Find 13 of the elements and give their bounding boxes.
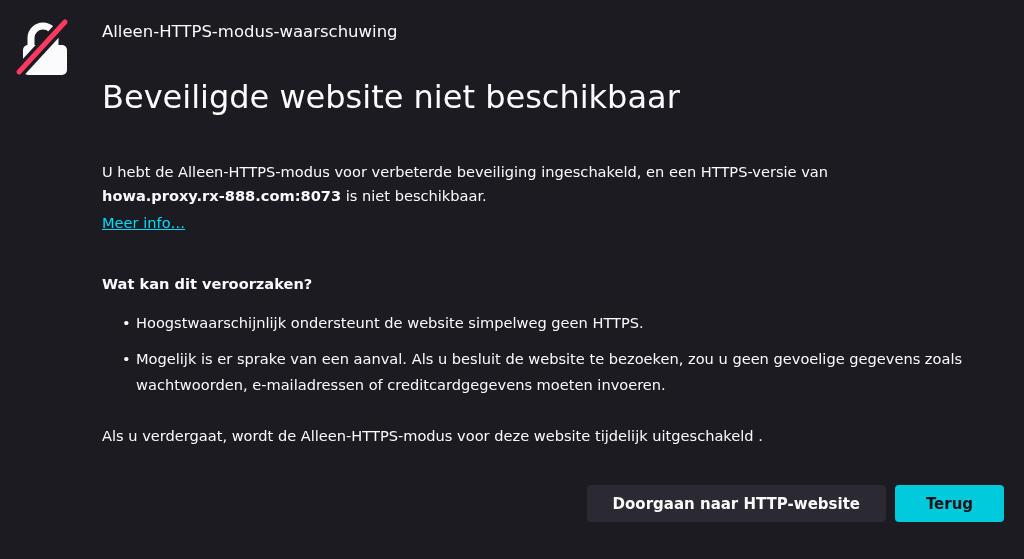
cause-item: Hoogstwaarschijnlijk ondersteunt de website simpelweg geen HTTPS.	[136, 313, 644, 333]
insecure-lock-icon	[15, 18, 71, 76]
note-paragraph: Als u verdergaat, wordt de Alleen-HTTPS-modus voor deze website tijdelijk uitgeschakeld .	[102, 426, 764, 446]
bullet: •	[122, 349, 128, 369]
error-heading: Beveiligde website niet beschikbaar	[102, 77, 681, 117]
cause-item: Mogelijk is er sprake van een aanval. Als u besluit de website te bezoeken, zou u geen gevoelige gegevens zoals wachtwoorden, e-mailadressen of creditcardgegevens moeten invoeren.	[136, 349, 964, 395]
intro-paragraph: U hebt de Alleen-HTTPS-modus voor verbeterde beveiliging ingeschakeld, en een HTTPS-versie van howa.proxy.rx-888.com:8073 is niet beschikbaar.	[102, 162, 829, 206]
page-title: Alleen-HTTPS-modus-waarschuwing	[102, 22, 399, 42]
causes-heading: Wat kan dit veroorzaken?	[102, 275, 314, 292]
more-info-link[interactable]: Meer info…	[102, 214, 186, 231]
back-button[interactable]: Terug	[895, 485, 1004, 522]
continue-button[interactable]: Doorgaan naar HTTP-website	[586, 485, 886, 522]
bullet: •	[122, 313, 128, 333]
